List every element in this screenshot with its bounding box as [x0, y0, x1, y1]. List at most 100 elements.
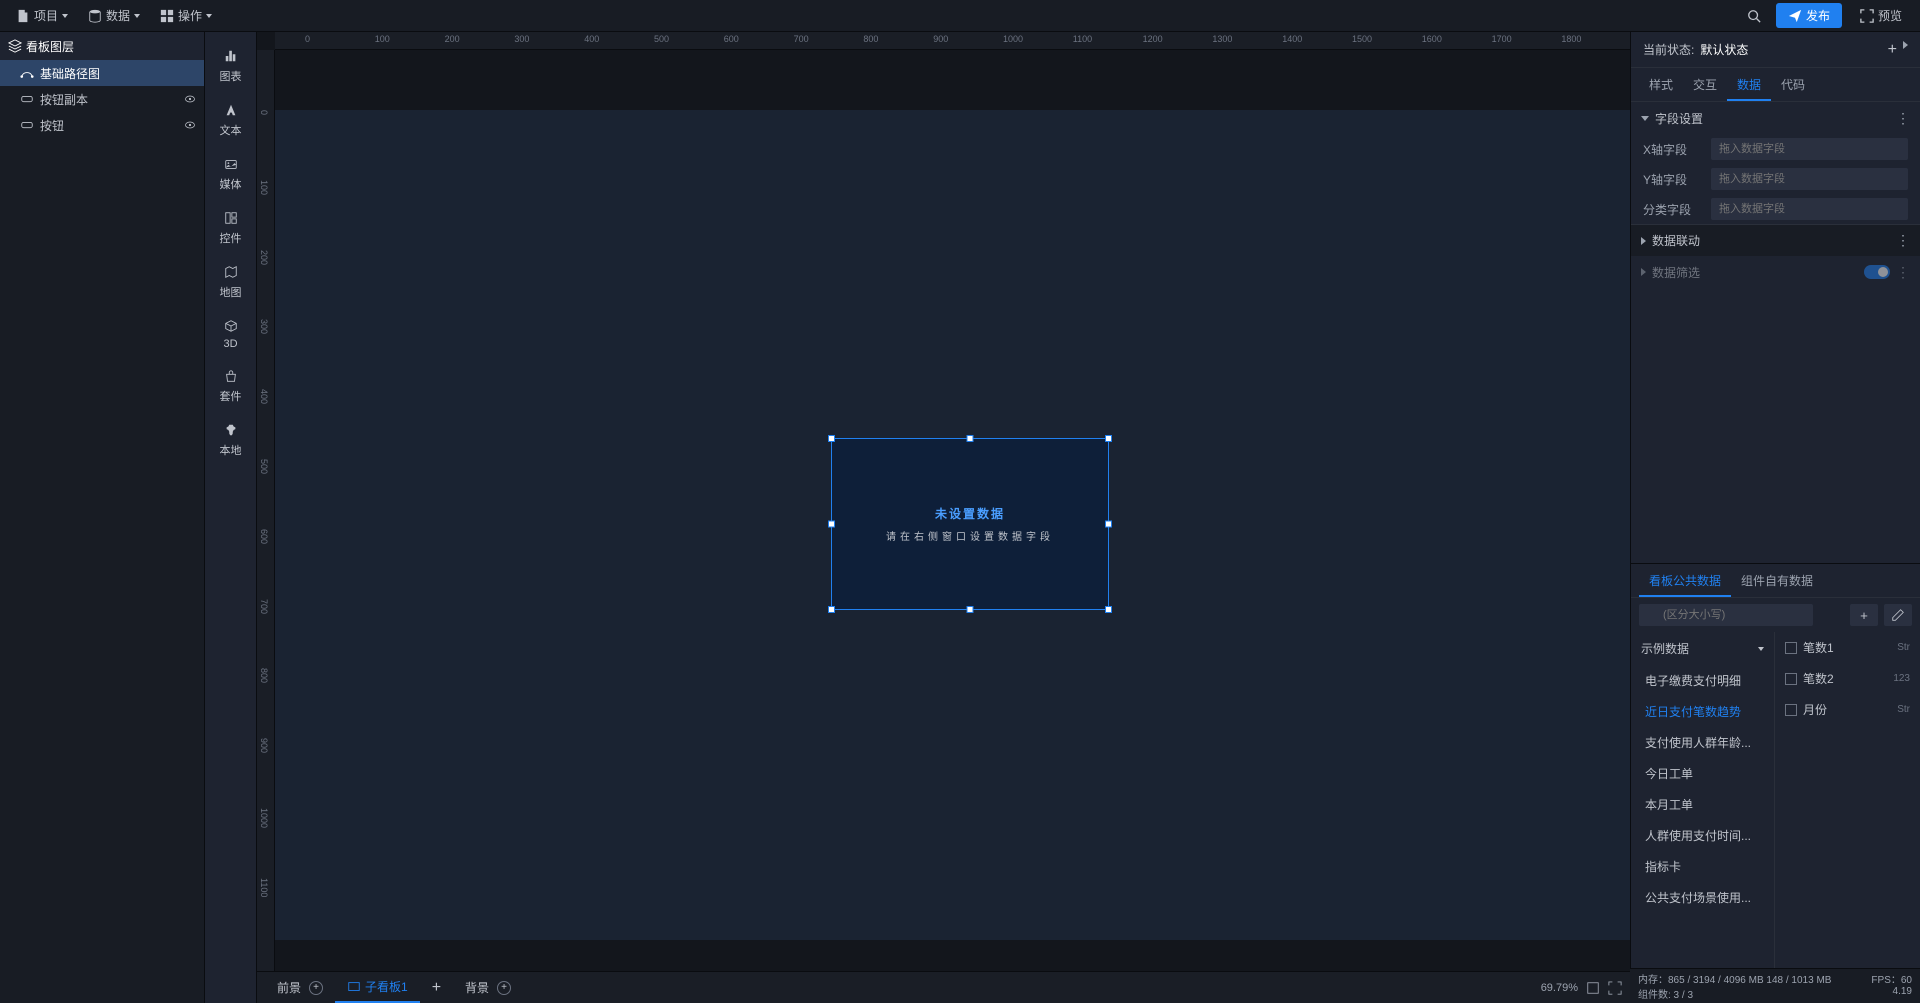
data-source-item[interactable]: 近日支付笔数趋势: [1631, 696, 1774, 727]
x-field-input[interactable]: [1711, 138, 1908, 160]
layer-item[interactable]: 基础路径图: [0, 60, 204, 86]
resize-handle-ml[interactable]: [828, 521, 835, 528]
properties-panel: 当前状态: 默认状态 + 样式 交互 数据 代码 字段设置 ⋮ X轴字段 Y轴字…: [1630, 32, 1920, 1003]
data-add-button[interactable]: +: [1850, 604, 1878, 626]
layers-list: 基础路径图按钮副本按钮: [0, 60, 204, 138]
menu-data[interactable]: 数据: [80, 3, 148, 28]
state-row: 当前状态: 默认状态 +: [1631, 32, 1920, 68]
resize-handle-br[interactable]: [1105, 606, 1112, 613]
ruler-tick: 200: [445, 34, 460, 44]
fullscreen-icon[interactable]: [1608, 981, 1622, 995]
ruler-tick: 700: [794, 34, 809, 44]
section-more-icon[interactable]: ⋮: [1896, 110, 1910, 127]
menu-operations[interactable]: 操作: [152, 3, 220, 28]
data-field-item[interactable]: 笔数2123: [1775, 663, 1920, 694]
data-sources-list: 示例数据 电子缴费支付明细近日支付笔数趋势支付使用人群年龄...今日工单本月工单…: [1631, 632, 1775, 1003]
palette-local[interactable]: 本地: [207, 412, 255, 466]
section-fields-header[interactable]: 字段设置 ⋮: [1631, 102, 1920, 134]
menu-project[interactable]: 项目: [8, 3, 76, 28]
visibility-icon[interactable]: [184, 119, 196, 131]
resize-handle-tr[interactable]: [1105, 435, 1112, 442]
next-state-icon[interactable]: [1903, 41, 1908, 49]
local-icon: [221, 420, 241, 440]
expand-icon: [1860, 9, 1874, 23]
ruler-tick: 0: [305, 34, 310, 44]
field-name: 月份: [1803, 701, 1827, 718]
add-foreground-icon[interactable]: +: [309, 981, 323, 995]
section-filter-header[interactable]: 数据筛选 ⋮: [1631, 256, 1920, 288]
cat-field-input[interactable]: [1711, 198, 1908, 220]
tab-interact[interactable]: 交互: [1683, 68, 1727, 101]
ruler-tick: 1600: [1422, 34, 1442, 44]
ruler-tick: 1400: [1282, 34, 1302, 44]
tab-background[interactable]: 背景 +: [453, 973, 523, 1002]
y-field-input[interactable]: [1711, 168, 1908, 190]
resize-handle-mr[interactable]: [1105, 521, 1112, 528]
data-source-item[interactable]: 支付使用人群年龄...: [1631, 727, 1774, 758]
selected-widget[interactable]: 未设置数据 请在右侧窗口设置数据字段: [831, 438, 1109, 610]
data-edit-button[interactable]: [1884, 604, 1912, 626]
fit-icon[interactable]: [1586, 981, 1600, 995]
tab-code[interactable]: 代码: [1771, 68, 1815, 101]
tab-sub-board[interactable]: 子看板1: [335, 972, 420, 1003]
canvas-viewport[interactable]: 未设置数据 请在右侧窗口设置数据字段: [275, 50, 1630, 971]
palette-label: 图表: [220, 68, 242, 84]
palette-label: 控件: [220, 230, 242, 246]
palette-media[interactable]: 媒体: [207, 146, 255, 200]
resize-handle-tm[interactable]: [967, 435, 974, 442]
palette-3d[interactable]: 3D: [207, 308, 255, 358]
data-field-item[interactable]: 笔数1Str: [1775, 632, 1920, 663]
status-components: 组件数: 3 / 3: [1638, 986, 1693, 1001]
data-source-item[interactable]: 电子缴费支付明细: [1631, 665, 1774, 696]
palette-widget[interactable]: 控件: [207, 200, 255, 254]
tab-board-data[interactable]: 看板公共数据: [1639, 564, 1731, 597]
chevron-down-icon: [206, 14, 212, 18]
tab-component-data[interactable]: 组件自有数据: [1731, 564, 1823, 597]
palette-label: 地图: [220, 284, 242, 300]
tab-style[interactable]: 样式: [1639, 68, 1683, 101]
tab-foreground[interactable]: 前景 +: [265, 973, 335, 1002]
palette-kit[interactable]: 套件: [207, 358, 255, 412]
data-source-item[interactable]: 公共支付场景使用...: [1631, 882, 1774, 913]
tab-add[interactable]: +: [420, 973, 453, 1003]
data-source-group-header[interactable]: 示例数据: [1631, 632, 1774, 665]
section-more-icon[interactable]: ⋮: [1896, 232, 1910, 249]
layer-item[interactable]: 按钮副本: [0, 86, 204, 112]
tab-data[interactable]: 数据: [1727, 68, 1771, 101]
data-source-group-label: 示例数据: [1641, 640, 1689, 657]
ruler-tick: 900: [933, 34, 948, 44]
status-fps: FPS：60: [1871, 971, 1912, 986]
data-source-item[interactable]: 本月工单: [1631, 789, 1774, 820]
add-background-icon[interactable]: +: [497, 981, 511, 995]
field-type: Str: [1897, 642, 1910, 653]
publish-button[interactable]: 发布: [1776, 3, 1842, 28]
data-source-item[interactable]: 今日工单: [1631, 758, 1774, 789]
data-source-item[interactable]: 人群使用支付时间...: [1631, 820, 1774, 851]
menu-project-label: 项目: [34, 7, 58, 24]
checkbox-icon[interactable]: [1785, 642, 1797, 654]
layer-item[interactable]: 按钮: [0, 112, 204, 138]
resize-handle-bm[interactable]: [967, 606, 974, 613]
field-type: Str: [1897, 704, 1910, 715]
filter-toggle[interactable]: [1864, 265, 1890, 279]
cat-field-row: 分类字段: [1631, 194, 1920, 224]
add-state-button[interactable]: +: [1888, 41, 1897, 59]
palette-text[interactable]: 文本: [207, 92, 255, 146]
palette-chart[interactable]: 图表: [207, 38, 255, 92]
menu-operations-label: 操作: [178, 7, 202, 24]
checkbox-icon[interactable]: [1785, 704, 1797, 716]
visibility-icon[interactable]: [184, 93, 196, 105]
checkbox-icon[interactable]: [1785, 673, 1797, 685]
document-icon: [16, 9, 30, 23]
resize-handle-bl[interactable]: [828, 606, 835, 613]
palette-map[interactable]: 地图: [207, 254, 255, 308]
section-more-icon[interactable]: ⋮: [1896, 264, 1910, 281]
data-field-item[interactable]: 月份 Str: [1775, 694, 1920, 725]
data-search-input[interactable]: [1639, 604, 1813, 626]
section-link-header[interactable]: 数据联动 ⋮: [1631, 224, 1920, 256]
ruler-tick: 300: [259, 319, 269, 334]
resize-handle-tl[interactable]: [828, 435, 835, 442]
data-source-item[interactable]: 指标卡: [1631, 851, 1774, 882]
preview-button[interactable]: 预览: [1850, 3, 1912, 28]
search-button[interactable]: [1740, 2, 1768, 30]
